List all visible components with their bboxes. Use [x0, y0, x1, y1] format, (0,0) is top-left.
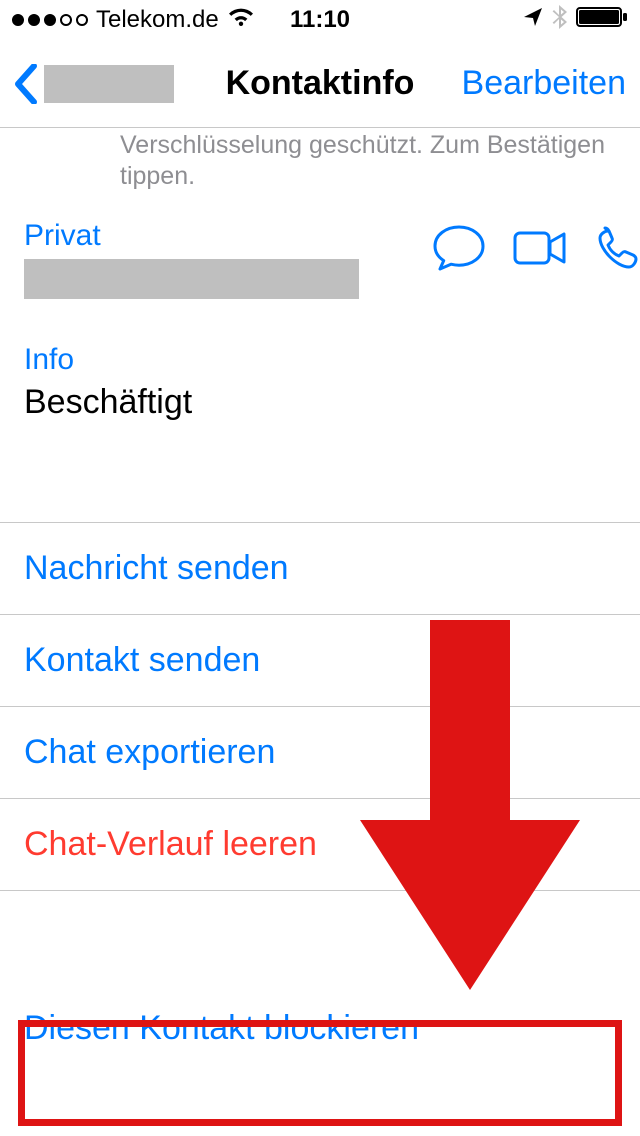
video-icon[interactable]	[512, 228, 568, 268]
block-contact-row[interactable]: Diesen Kontakt blockieren	[24, 983, 616, 1074]
action-list: Nachricht senden Kontakt senden Chat exp…	[0, 522, 640, 891]
battery-icon	[576, 6, 628, 35]
nav-bar: Kontaktinfo Bearbeiten	[0, 40, 640, 128]
back-label-redacted	[44, 65, 174, 103]
info-section: Info Beschäftigt	[0, 343, 640, 422]
phone-value-redacted[interactable]	[24, 259, 359, 299]
message-icon[interactable]	[432, 223, 486, 273]
info-value: Beschäftigt	[24, 383, 616, 422]
back-button[interactable]	[14, 64, 174, 104]
bluetooth-icon	[552, 4, 568, 37]
wifi-icon	[227, 6, 255, 35]
status-bar: Telekom.de 11:10	[0, 0, 640, 40]
location-icon	[522, 6, 544, 35]
carrier-label: Telekom.de	[96, 6, 219, 34]
phone-section: Privat	[0, 219, 640, 299]
edit-button[interactable]: Bearbeiten	[462, 64, 626, 103]
send-contact-row[interactable]: Kontakt senden	[0, 614, 640, 706]
info-label: Info	[24, 343, 616, 377]
status-time: 11:10	[290, 6, 350, 34]
status-right	[522, 4, 628, 37]
content: Verschlüsselung geschützt. Zum Bestätige…	[0, 130, 640, 1074]
page-title: Kontaktinfo	[226, 64, 415, 103]
signal-dots	[12, 14, 88, 26]
status-left: Telekom.de	[12, 6, 255, 35]
comm-icons	[432, 223, 640, 273]
phone-icon[interactable]	[594, 225, 640, 271]
encryption-note[interactable]: Verschlüsselung geschützt. Zum Bestätige…	[0, 130, 640, 193]
block-section: Diesen Kontakt blockieren	[0, 983, 640, 1074]
send-message-row[interactable]: Nachricht senden	[0, 522, 640, 614]
chevron-left-icon	[14, 64, 38, 104]
clear-chat-row[interactable]: Chat-Verlauf leeren	[0, 798, 640, 891]
export-chat-row[interactable]: Chat exportieren	[0, 706, 640, 798]
